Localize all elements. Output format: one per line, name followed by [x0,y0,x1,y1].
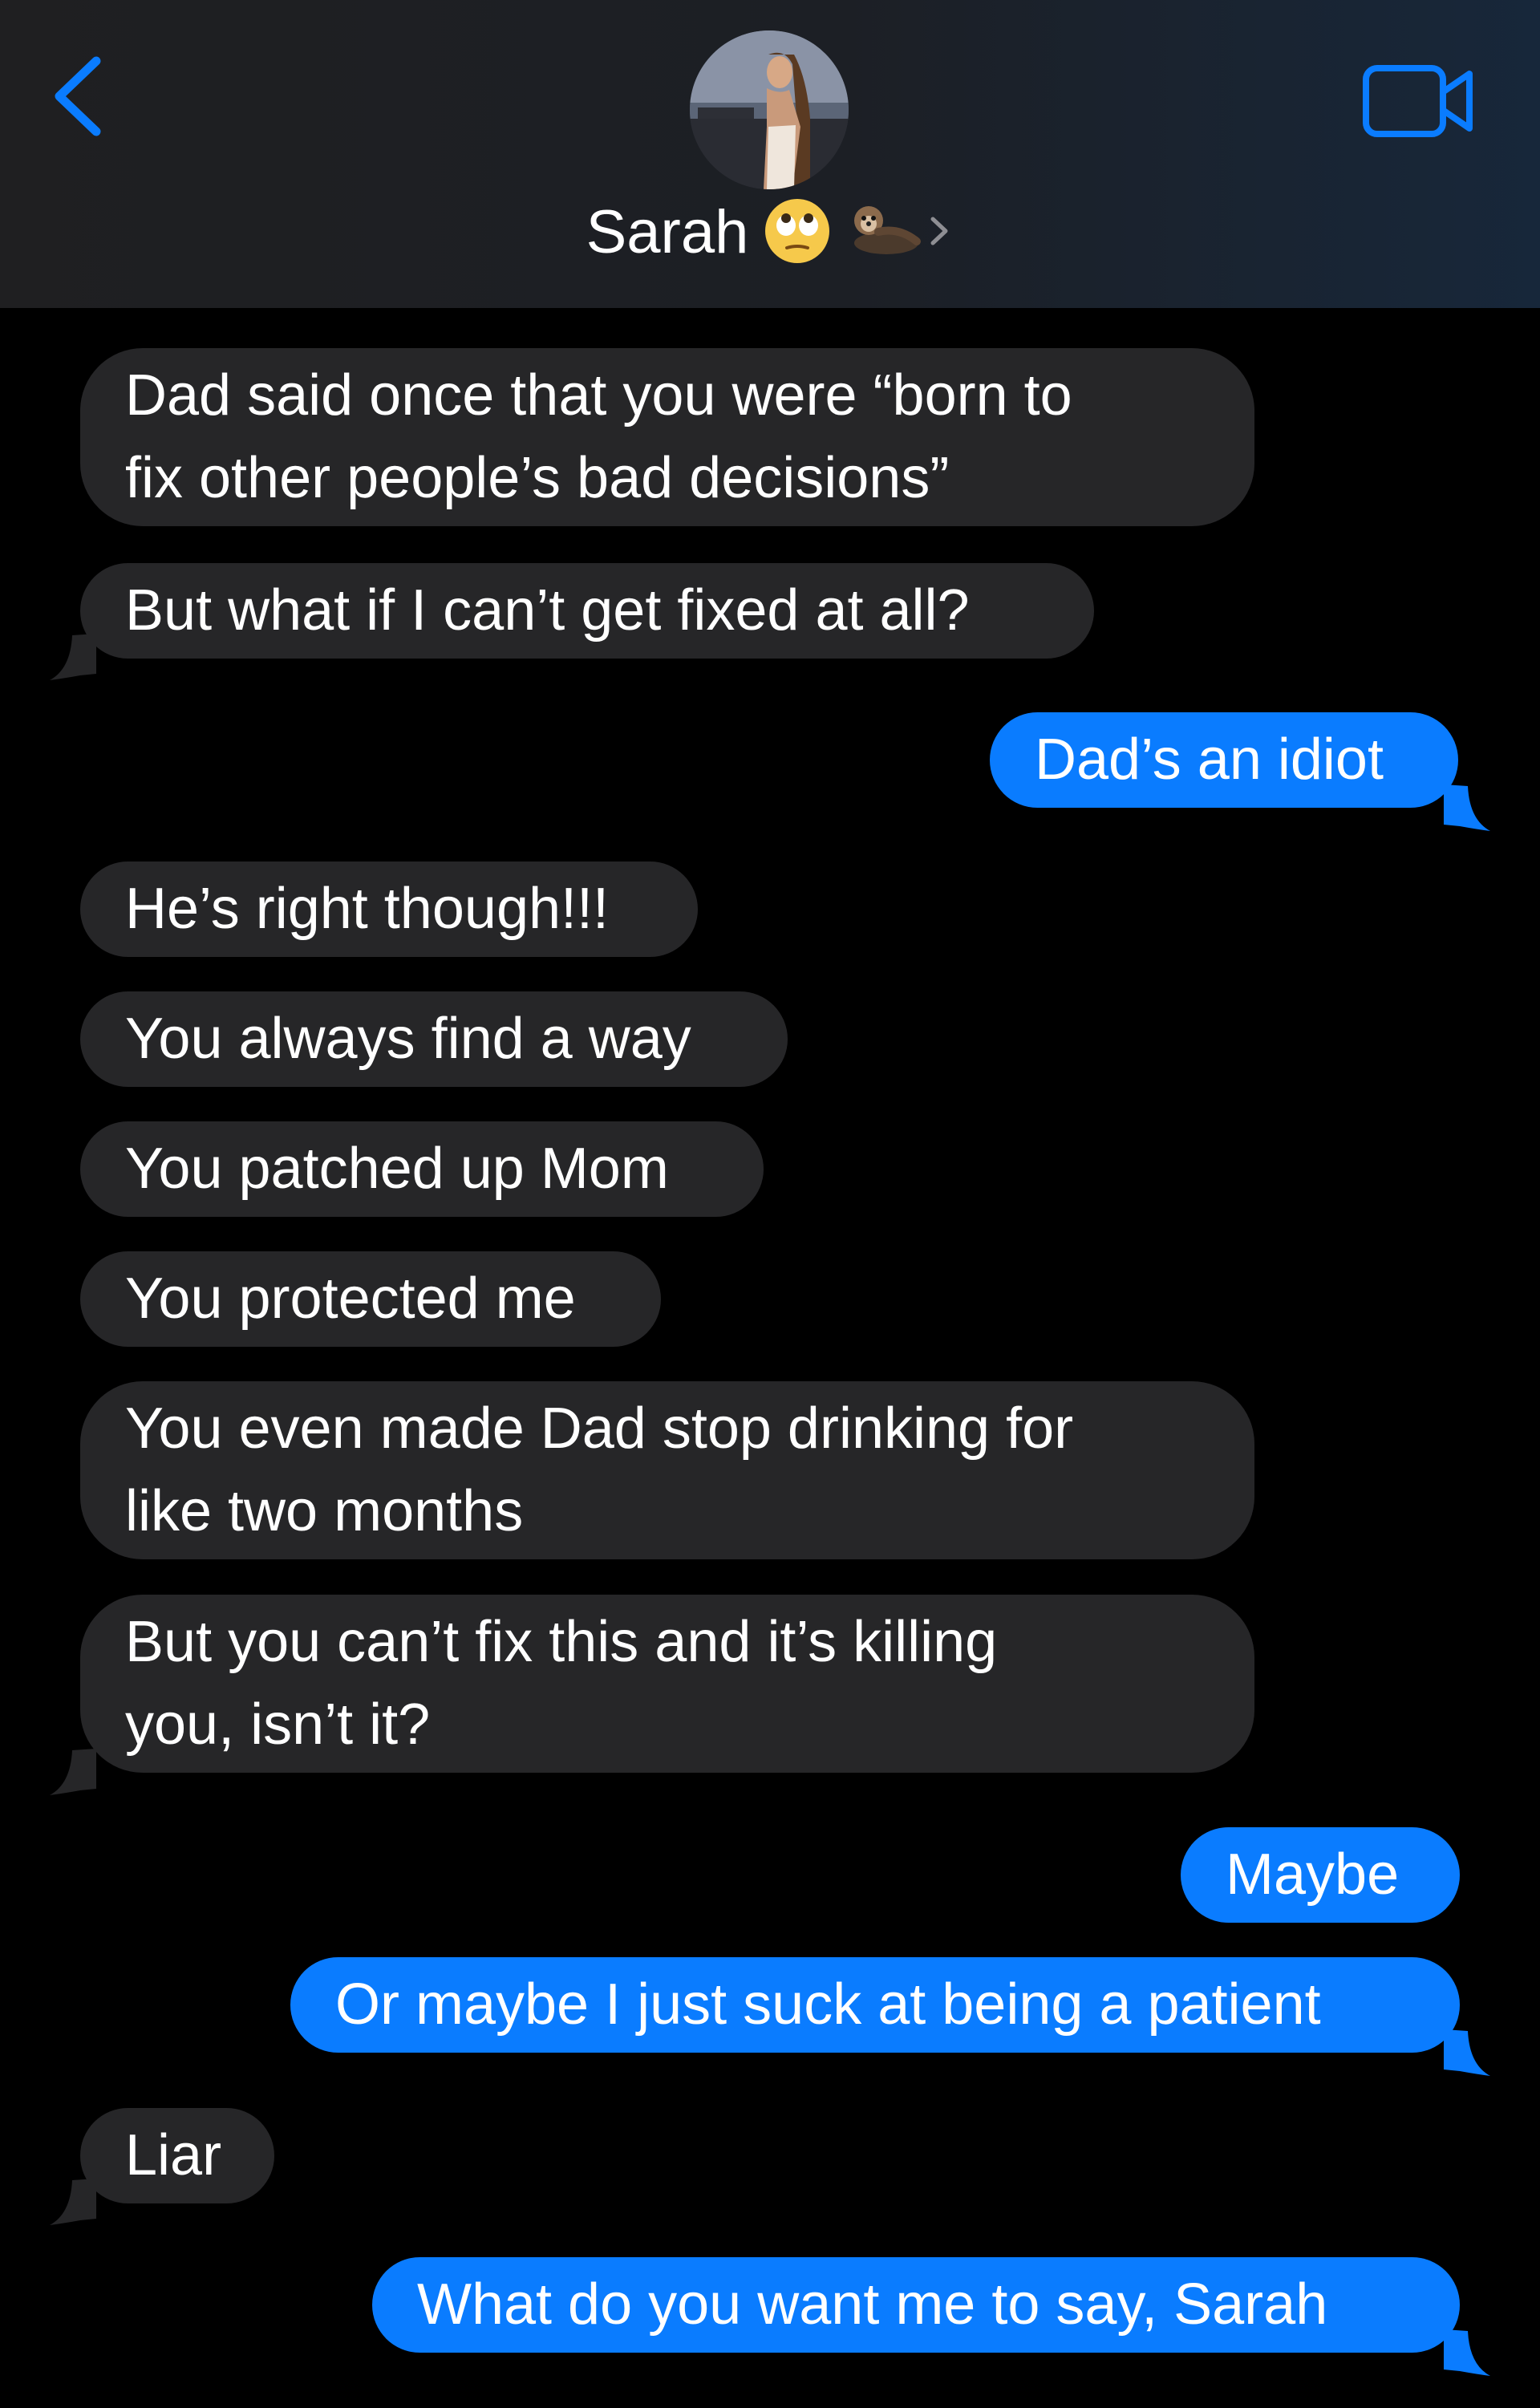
chevron-left-icon [55,56,101,136]
contact-avatar[interactable] [690,30,849,189]
message-line: But what if I can’t get fixed at all? [125,578,970,643]
outgoing-message-bubble[interactable]: Maybe [1181,1827,1460,1923]
incoming-message-bubble[interactable]: Liar [80,2108,274,2203]
message-line: you, isn’t it? [125,1692,431,1757]
message-line: Dad’s an idiot [1035,728,1384,792]
message-line: What do you want me to say, Sarah [417,2272,1328,2337]
video-call-button[interactable] [1359,61,1479,141]
outgoing-message-bubble[interactable]: What do you want me to say, Sarah [372,2257,1460,2353]
face-with-rolling-eyes-icon [763,197,832,270]
message-line: You protected me [125,1267,576,1331]
bubble-tail [50,1749,96,1795]
incoming-message-bubble[interactable]: You always find a way [80,991,788,1087]
message-line: Or maybe I just suck at being a patient [335,1972,1321,2037]
outgoing-message-bubble[interactable]: Dad’s an idiot [990,712,1458,808]
bubble-tail [1444,2329,1490,2376]
outgoing-message-bubble[interactable]: Or maybe I just suck at being a patient [290,1957,1460,2053]
incoming-message-bubble[interactable]: Dad said once that you were “born to fix… [80,348,1254,526]
incoming-message-bubble[interactable]: But you can’t fix this and it’s killing … [80,1595,1254,1773]
chevron-right-icon [926,211,954,255]
incoming-message-bubble[interactable]: You patched up Mom [80,1121,764,1217]
message-line: fix other people’s bad decisions” [125,446,950,510]
message-line: But you can’t fix this and it’s killing [125,1610,998,1674]
message-line: Maybe [1226,1842,1400,1907]
message-line: like two months [125,1479,524,1543]
incoming-message-bubble[interactable]: He’s right though!!! [80,861,698,957]
incoming-message-bubble[interactable]: You even made Dad stop drinking for like… [80,1381,1254,1559]
contact-name: Sarah [586,198,749,266]
contact-name-row[interactable]: Sarah [0,193,1540,273]
bubble-tail [1444,784,1490,831]
back-button[interactable] [47,50,111,146]
bubble-tail [1444,2029,1490,2076]
avatar-photo [690,30,849,189]
incoming-message-bubble[interactable]: But what if I can’t get fixed at all? [80,563,1094,659]
message-line: You even made Dad stop drinking for [125,1397,1074,1461]
message-line: Dad said once that you were “born to [125,363,1072,428]
video-camera-icon [1363,65,1473,137]
message-line: You patched up Mom [125,1137,669,1201]
otter-icon [846,197,923,270]
bubble-tail [50,2179,96,2225]
message-line: He’s right though!!! [125,877,610,941]
incoming-message-bubble[interactable]: You protected me [80,1251,661,1347]
message-line: Liar [125,2123,222,2187]
conversation-header: Sarah [0,0,1540,308]
message-line: You always find a way [125,1007,691,1071]
bubble-tail [50,634,96,680]
